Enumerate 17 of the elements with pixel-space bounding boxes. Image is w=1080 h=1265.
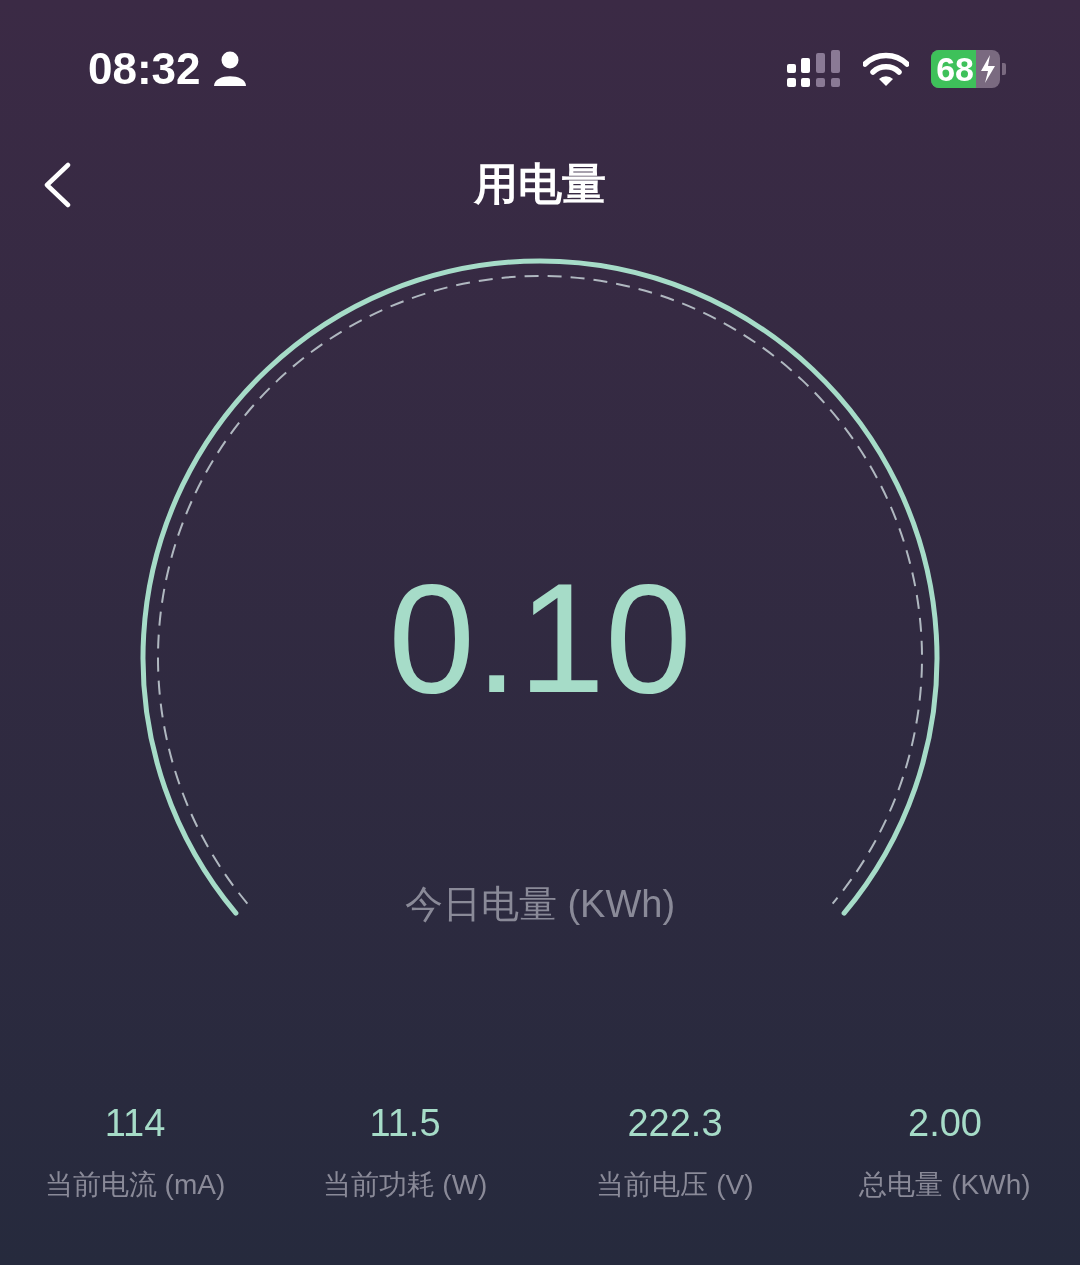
back-icon[interactable] (42, 162, 72, 208)
stat-label: 当前电流 (mA) (44, 1168, 226, 1202)
stat-label: 当前电压 (V) (596, 1168, 754, 1202)
today-usage-label: 今日电量 (KWh) (404, 882, 676, 927)
stat-label: 当前功耗 (W) (322, 1168, 488, 1202)
today-usage-value: 0.10 (388, 560, 692, 716)
stat-value: 222.3 (627, 1101, 723, 1146)
stat-label: 总电量 (KWh) (859, 1168, 1031, 1202)
battery-indicator: 68 (931, 50, 1000, 88)
stat-value: 11.5 (369, 1101, 441, 1146)
signal-icon (787, 50, 842, 88)
stat-value: 2.00 (908, 1101, 982, 1146)
status-time: 08:32 (88, 43, 201, 95)
wifi-icon (863, 52, 910, 86)
person-icon (212, 51, 247, 87)
page-title: 用电量 (474, 158, 606, 210)
stat-value: 114 (104, 1101, 166, 1146)
